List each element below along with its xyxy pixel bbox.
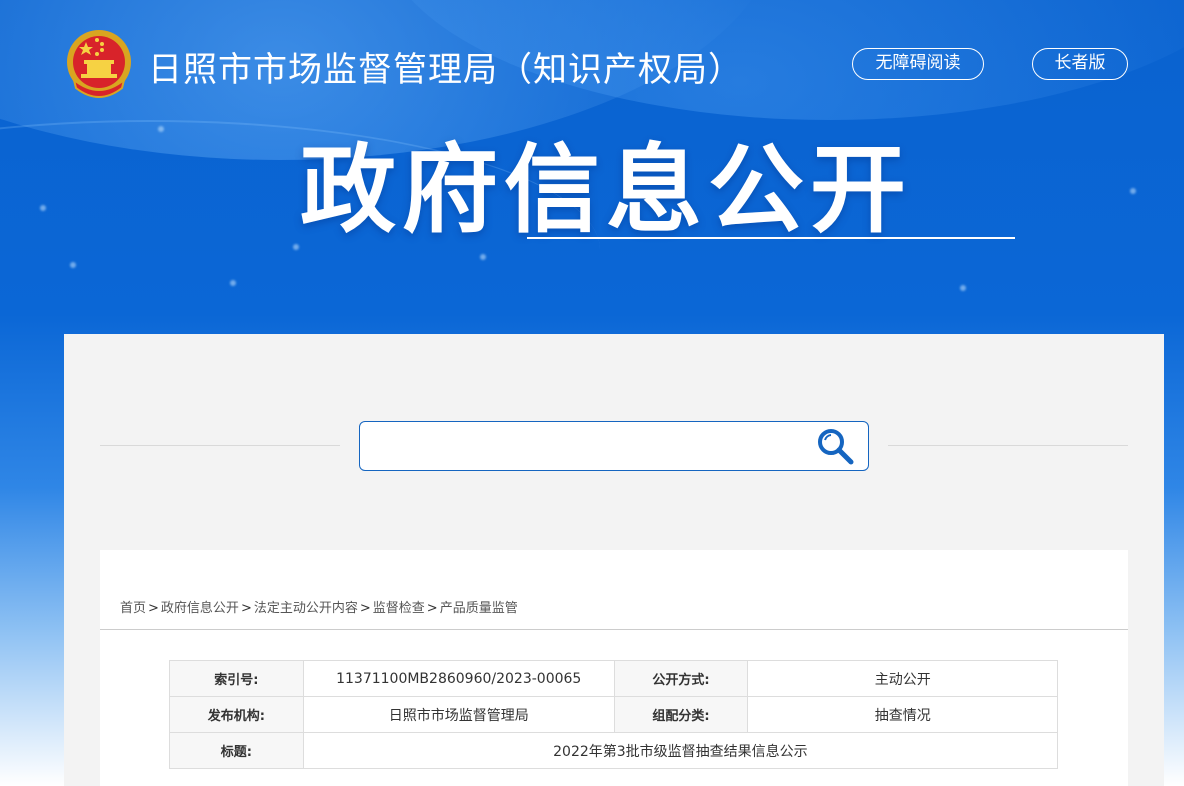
breadcrumb-separator: > [148, 601, 159, 616]
page-title: 政府信息公开 [300, 134, 912, 246]
elderly-version-button[interactable]: 长者版 [1032, 48, 1128, 80]
category-value: 抽查情况 [747, 696, 1058, 733]
breadcrumb-divider [100, 629, 1128, 630]
table-row: 索引号: 11371100MB2860960/2023-00065 公开方式: … [169, 660, 1058, 697]
accessible-reading-button[interactable]: 无障碍阅读 [852, 48, 984, 80]
search-box [359, 421, 869, 471]
search-icon[interactable] [816, 427, 854, 465]
search-divider-left [100, 445, 340, 446]
breadcrumb-separator: > [240, 601, 252, 616]
banner-sparkle [230, 280, 236, 286]
breadcrumb-separator: > [359, 601, 371, 616]
breadcrumb-home[interactable]: 首页 [120, 601, 146, 616]
banner-sparkle [293, 244, 299, 250]
title-label: 标题: [169, 732, 304, 769]
search-input[interactable] [370, 430, 800, 462]
breadcrumb: 首页 > 政府信息公开 > 法定主动公开内容 > 监督检查 > 产品质量监管 [120, 597, 518, 616]
breadcrumb-gov-info[interactable]: 政府信息公开 [161, 601, 239, 616]
national-emblem-icon [67, 30, 131, 98]
banner-sparkle [40, 205, 46, 211]
banner-sparkle [158, 126, 164, 132]
banner-sparkle [960, 285, 966, 291]
table-row: 发布机构: 日照市市场监督管理局 组配分类: 抽查情况 [169, 696, 1058, 733]
banner-sparkle [480, 254, 486, 260]
publisher-label: 发布机构: [169, 696, 304, 733]
method-value: 主动公开 [747, 660, 1058, 697]
breadcrumb-supervision[interactable]: 监督检查 [373, 601, 425, 616]
title-value: 2022年第3批市级监督抽查结果信息公示 [302, 732, 1059, 769]
banner-sparkle [70, 262, 76, 268]
table-row: 标题: 2022年第3批市级监督抽查结果信息公示 [169, 732, 1059, 769]
breadcrumb-product-quality[interactable]: 产品质量监管 [440, 601, 518, 616]
title-underline [527, 237, 1015, 239]
document-info-table: 索引号: 11371100MB2860960/2023-00065 公开方式: … [169, 660, 1059, 769]
breadcrumb-statutory-content[interactable]: 法定主动公开内容 [254, 601, 358, 616]
method-label: 公开方式: [613, 660, 749, 697]
site-title: 日照市市场监督管理局（知识产权局） [148, 50, 743, 90]
index-value: 11371100MB2860960/2023-00065 [302, 660, 615, 697]
search-divider-right [888, 445, 1128, 446]
breadcrumb-separator: > [426, 601, 438, 616]
banner-sparkle [1130, 188, 1136, 194]
index-label: 索引号: [169, 660, 304, 697]
publisher-value: 日照市市场监督管理局 [302, 696, 615, 733]
category-label: 组配分类: [613, 696, 749, 733]
